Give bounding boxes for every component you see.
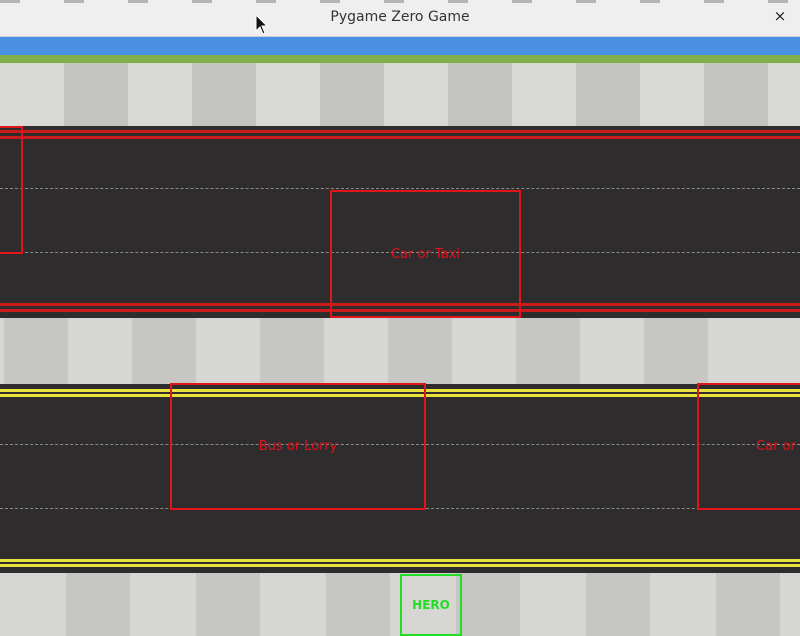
- vehicle-box: Bus or Lorry: [170, 383, 426, 510]
- titlebar-decoration: [0, 0, 800, 3]
- road-edge-line: [0, 564, 800, 567]
- window-titlebar: Pygame Zero Game ×: [0, 0, 800, 37]
- vehicle-box: Car or Taxi: [697, 383, 800, 510]
- window-title: Pygame Zero Game: [330, 9, 470, 25]
- close-icon[interactable]: ×: [772, 8, 788, 24]
- vehicle-label: Bus or Lorry: [258, 439, 338, 454]
- road-edge-line: [0, 130, 800, 133]
- pavement-middle: [0, 318, 800, 384]
- pavement-top: [0, 63, 800, 126]
- vehicle-label: Car or Taxi: [756, 439, 800, 454]
- water-strip: [0, 37, 800, 55]
- lane-divider: [0, 188, 800, 189]
- hero-player[interactable]: HERO: [400, 574, 462, 636]
- vehicle-box: Car or Taxi: [330, 190, 521, 318]
- hero-label: HERO: [412, 598, 450, 612]
- grass-strip: [0, 55, 800, 63]
- mouse-cursor-icon: [255, 14, 269, 35]
- vehicle-box: [0, 126, 23, 254]
- vehicle-label: Car or Taxi: [390, 246, 460, 262]
- road-edge-line: [0, 559, 800, 562]
- road-edge-line: [0, 136, 800, 139]
